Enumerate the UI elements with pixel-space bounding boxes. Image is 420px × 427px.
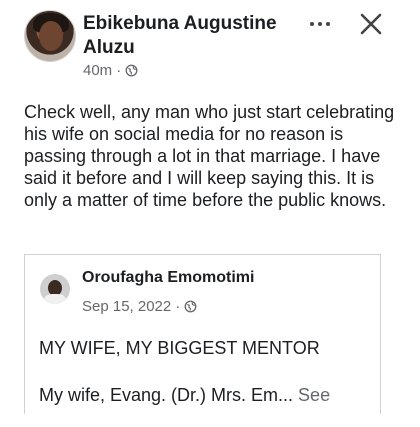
shared-post-headline: MY WIFE, MY BIGGEST MENTOR (39, 338, 320, 358)
post-time[interactable]: 40m (83, 62, 112, 79)
shared-author-avatar[interactable] (40, 274, 70, 304)
shared-post-card[interactable]: Oroufagha Emomotimi Sep 15, 2022 · MY WI… (24, 254, 381, 414)
see-more-link[interactable]: See (298, 385, 330, 405)
shared-meta-separator: · (175, 298, 181, 315)
shared-post-date[interactable]: Sep 15, 2022 (82, 298, 171, 315)
more-options-icon[interactable] (305, 12, 335, 36)
shared-author-name[interactable]: Oroufagha Emomotimi (82, 269, 254, 287)
globe-icon (184, 300, 197, 313)
globe-icon (125, 64, 138, 77)
author-name[interactable]: Ebikebuna Augustine Aluzu (83, 12, 303, 60)
post-meta: 40m · (83, 62, 138, 79)
post-header: Ebikebuna Augustine Aluzu 40m · (24, 10, 396, 84)
meta-separator: · (116, 62, 122, 79)
close-icon[interactable] (357, 10, 385, 38)
post-text: Check well, any man who just start celeb… (24, 102, 395, 210)
author-avatar[interactable] (24, 10, 76, 62)
shared-post-body: My wife, Evang. (Dr.) Mrs. Em... See (39, 385, 330, 406)
shared-avatar-body (44, 294, 66, 304)
shared-post-meta: Sep 15, 2022 · (82, 298, 197, 315)
avatar-face (39, 21, 63, 51)
shared-post-excerpt: My wife, Evang. (Dr.) Mrs. Em... (39, 385, 294, 405)
